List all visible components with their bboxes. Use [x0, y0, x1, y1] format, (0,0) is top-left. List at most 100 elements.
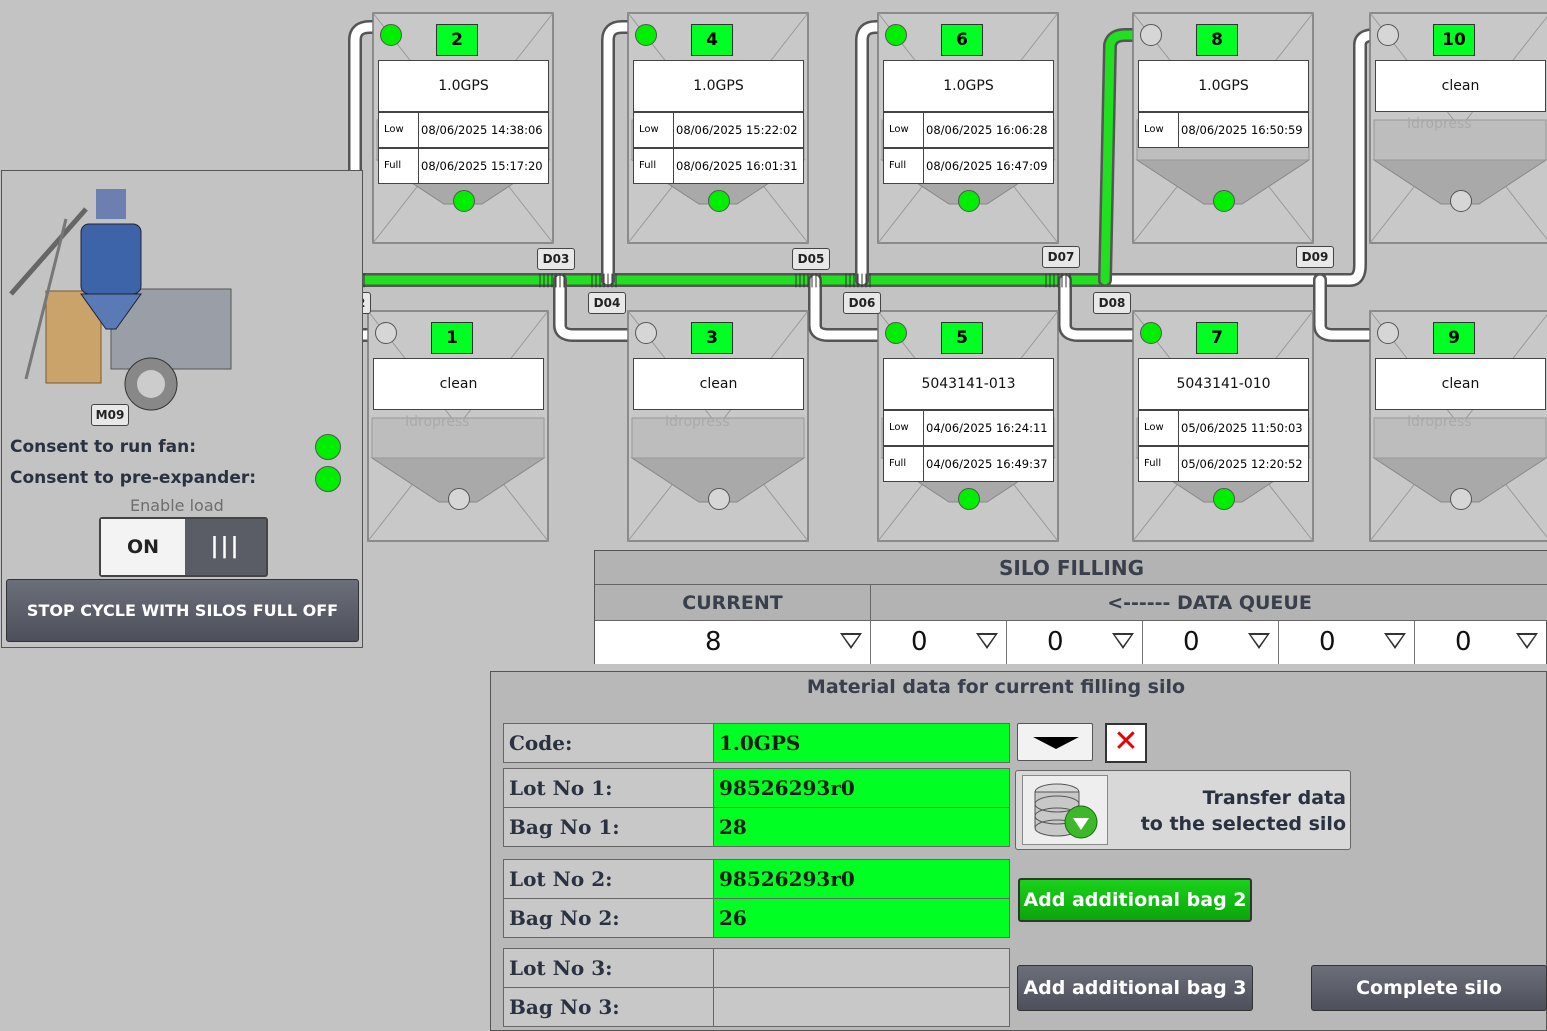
- code-field: Code: 1.0GPS: [503, 723, 1010, 763]
- consent-fan-lamp: [315, 434, 341, 460]
- complete-silo-button[interactable]: Complete silo: [1311, 965, 1547, 1011]
- silo-5[interactable]: 5 5043141-013 Low 04/06/2025 16:24:11 Full 0…: [877, 310, 1059, 542]
- silo-low-row: Low 08/06/2025 16:06:28: [883, 112, 1054, 148]
- close-icon: ✕: [1113, 724, 1139, 759]
- lot1-label: Lot No 1:: [504, 769, 714, 807]
- queue-value: 0: [911, 627, 928, 657]
- queue-dropdown-2[interactable]: 0: [1007, 621, 1143, 664]
- material-data-panel: Material data for current filling silo C…: [490, 671, 1547, 1031]
- clear-code-button[interactable]: ✕: [1105, 723, 1147, 763]
- silo-code: clean: [633, 358, 804, 410]
- silo-code: clean: [1375, 60, 1546, 112]
- full-timestamp: 08/06/2025 16:47:09: [926, 159, 1048, 173]
- silo-watermark: Idropress: [665, 414, 730, 430]
- lot3-field: Lot No 3:: [503, 948, 1010, 988]
- diverter-tag: D06: [843, 292, 881, 314]
- full-label: Full: [634, 149, 674, 183]
- silo-top-lamp: [1377, 322, 1399, 344]
- stop-cycle-button[interactable]: STOP CYCLE WITH SILOS FULL OFF: [6, 579, 359, 642]
- silo-code: clean: [373, 358, 544, 410]
- lot1-input[interactable]: 98526293r0: [714, 769, 1009, 807]
- silo-number: 5: [941, 322, 983, 354]
- silo-6[interactable]: 6 1.0GPS Low 08/06/2025 16:06:28 Full 08/06/…: [877, 12, 1059, 244]
- silo-top-lamp: [1377, 24, 1399, 46]
- add-bag-2-button[interactable]: Add additional bag 2: [1018, 878, 1252, 922]
- silo-watermark: Idropress: [1407, 414, 1472, 430]
- low-timestamp: 08/06/2025 16:50:59: [1181, 123, 1303, 137]
- silo-full-row: Full 05/06/2025 12:20:52: [1138, 446, 1309, 482]
- silo-bottom-lamp: [448, 488, 470, 510]
- current-header: CURRENT: [595, 585, 871, 621]
- silo-bottom-lamp: [1450, 488, 1472, 510]
- silo-bottom-lamp: [958, 488, 980, 510]
- silo-10[interactable]: 10 clean Idropress: [1369, 12, 1547, 244]
- low-label: Low: [1139, 113, 1179, 147]
- silo-bottom-lamp: [708, 190, 730, 212]
- full-timestamp: 05/06/2025 12:20:52: [1181, 457, 1303, 471]
- silo-top-lamp: [375, 322, 397, 344]
- silo-full-row: Full 08/06/2025 16:47:09: [883, 148, 1054, 184]
- machine-panel: M09 Consent to run fan: Consent to pre-e…: [1, 170, 363, 648]
- toggle-off-label[interactable]: |||: [185, 519, 266, 575]
- queue-dropdown-3[interactable]: 0: [1143, 621, 1279, 664]
- silo-3[interactable]: 3 clean Idropress: [627, 310, 809, 542]
- diverter-tag: D09: [1296, 246, 1334, 268]
- silo-number: 3: [691, 322, 733, 354]
- lot3-label: Lot No 3:: [504, 949, 714, 987]
- code-label: Code:: [504, 724, 714, 762]
- consent-fan-label: Consent to run fan:: [10, 437, 197, 457]
- chevron-down-icon[interactable]: [840, 633, 862, 649]
- bag1-input[interactable]: 28: [714, 808, 1009, 846]
- chevron-down-icon[interactable]: [1112, 633, 1134, 649]
- toggle-on-label[interactable]: ON: [101, 519, 185, 575]
- silo-full-row: Full 08/06/2025 16:01:31: [633, 148, 804, 184]
- low-timestamp: 05/06/2025 11:50:03: [1181, 421, 1303, 435]
- bag3-input[interactable]: [714, 988, 1009, 1026]
- silo-bottom-lamp: [958, 190, 980, 212]
- full-timestamp: 04/06/2025 16:49:37: [926, 457, 1048, 471]
- queue-dropdown-4[interactable]: 0: [1279, 621, 1415, 664]
- chevron-down-icon[interactable]: [1384, 633, 1406, 649]
- low-label: Low: [884, 411, 924, 445]
- silo-bottom-lamp: [1213, 190, 1235, 212]
- chevron-down-icon[interactable]: [1248, 633, 1270, 649]
- silo-number: 10: [1433, 24, 1475, 56]
- chevron-down-icon[interactable]: [976, 633, 998, 649]
- silo-1[interactable]: 1 clean Idropress: [367, 310, 549, 542]
- silo-code: 1.0GPS: [633, 60, 804, 112]
- code-input[interactable]: 1.0GPS: [714, 724, 1009, 762]
- silo-number: 9: [1433, 322, 1475, 354]
- lot3-input[interactable]: [714, 949, 1009, 987]
- full-label: Full: [379, 149, 419, 183]
- silo-7[interactable]: 7 5043141-010 Low 05/06/2025 11:50:03 Full 0…: [1132, 310, 1314, 542]
- silo-filling-panel: SILO FILLING CURRENT <------ DATA QUEUE …: [594, 550, 1547, 664]
- current-silo-dropdown[interactable]: 8: [595, 621, 871, 664]
- queue-dropdown-1[interactable]: 0: [871, 621, 1007, 664]
- lot2-input[interactable]: 98526293r0: [714, 860, 1009, 898]
- silo-4[interactable]: 4 1.0GPS Low 08/06/2025 15:22:02 Full 08/06/…: [627, 12, 809, 244]
- silo-number: 8: [1196, 24, 1238, 56]
- code-dropdown-button[interactable]: [1017, 723, 1093, 761]
- queue-dropdown-5[interactable]: 0: [1415, 621, 1546, 664]
- transfer-line-1: Transfer data: [1202, 787, 1346, 809]
- bag2-field: Bag No 2: 26: [503, 898, 1010, 938]
- diverter-tag: D08: [1093, 292, 1131, 314]
- enable-load-label: Enable load: [130, 496, 224, 515]
- chevron-down-icon[interactable]: [1516, 633, 1538, 649]
- silo-code: 1.0GPS: [378, 60, 549, 112]
- silo-number: 6: [941, 24, 983, 56]
- bag1-field: Bag No 1: 28: [503, 807, 1010, 847]
- low-timestamp: 08/06/2025 16:06:28: [926, 123, 1048, 137]
- silo-2[interactable]: 2 1.0GPS Low 08/06/2025 14:38:06 Full 08/06/…: [372, 12, 554, 244]
- silo-9[interactable]: 9 clean Idropress: [1369, 310, 1547, 542]
- silo-full-row: Full 04/06/2025 16:49:37: [883, 446, 1054, 482]
- silo-8[interactable]: 8 1.0GPS Low 08/06/2025 16:50:59: [1132, 12, 1314, 244]
- bag2-input[interactable]: 26: [714, 899, 1009, 937]
- add-bag-3-button[interactable]: Add additional bag 3: [1017, 965, 1253, 1011]
- machine-tag: M09: [91, 404, 129, 426]
- queue-value: 0: [1183, 627, 1200, 657]
- transfer-data-button[interactable]: Transfer data to the selected silo: [1015, 770, 1351, 850]
- data-queue-header: <------ DATA QUEUE: [871, 585, 1547, 621]
- queue-value: 0: [1319, 627, 1336, 657]
- enable-load-toggle[interactable]: ON |||: [99, 517, 268, 577]
